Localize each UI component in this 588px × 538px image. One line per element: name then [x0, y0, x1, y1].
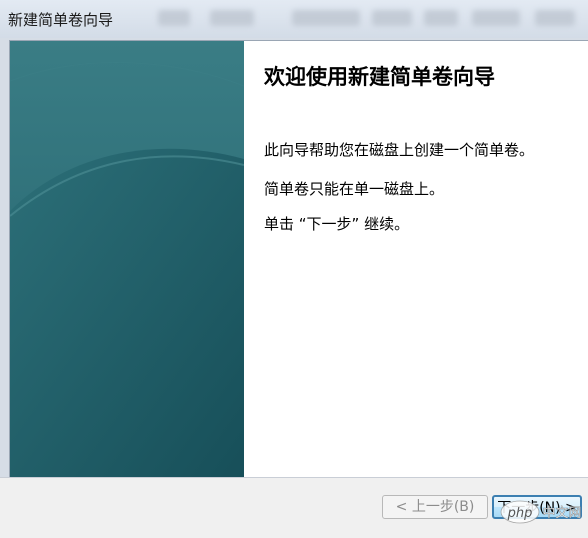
title-bar: 新建简单卷向导 [0, 0, 588, 38]
description-line-1: 此向导帮助您在磁盘上创建一个简单卷。 [264, 141, 535, 159]
php-watermark-logo: php 中文网 [500, 500, 582, 524]
window-title: 新建简单卷向导 [8, 11, 114, 29]
blurred-toolbar-item [372, 10, 412, 26]
button-bar: < 上一步(B) 下一步(N) > php 中文网 [0, 477, 588, 538]
banner-wave-graphic [10, 41, 244, 478]
blurred-toolbar-item [292, 10, 360, 26]
back-button[interactable]: < 上一步(B) [382, 495, 488, 519]
description-line-3: 单击 “下一步” 继续。 [264, 215, 410, 233]
description-line-2: 简单卷只能在单一磁盘上。 [264, 180, 445, 198]
page-title: 欢迎使用新建简单卷向导 [264, 65, 495, 89]
watermark-brand: php [507, 506, 533, 521]
blurred-toolbar-item [424, 10, 458, 26]
wizard-page: 欢迎使用新建简单卷向导 此向导帮助您在磁盘上创建一个简单卷。 简单卷只能在单一磁… [9, 40, 588, 478]
blurred-toolbar-item [158, 10, 190, 26]
wizard-banner [10, 41, 244, 478]
blurred-toolbar-item [535, 10, 575, 26]
blurred-toolbar-item [472, 10, 520, 26]
blurred-toolbar-item [210, 10, 254, 26]
wizard-content: 欢迎使用新建简单卷向导 此向导帮助您在磁盘上创建一个简单卷。 简单卷只能在单一磁… [244, 41, 588, 478]
wizard-window: 新建简单卷向导 欢迎使用新建简单卷向导 此向导帮助您在磁盘上创建一个简单卷。 简… [0, 0, 588, 538]
watermark-site: 中文网 [542, 506, 581, 521]
